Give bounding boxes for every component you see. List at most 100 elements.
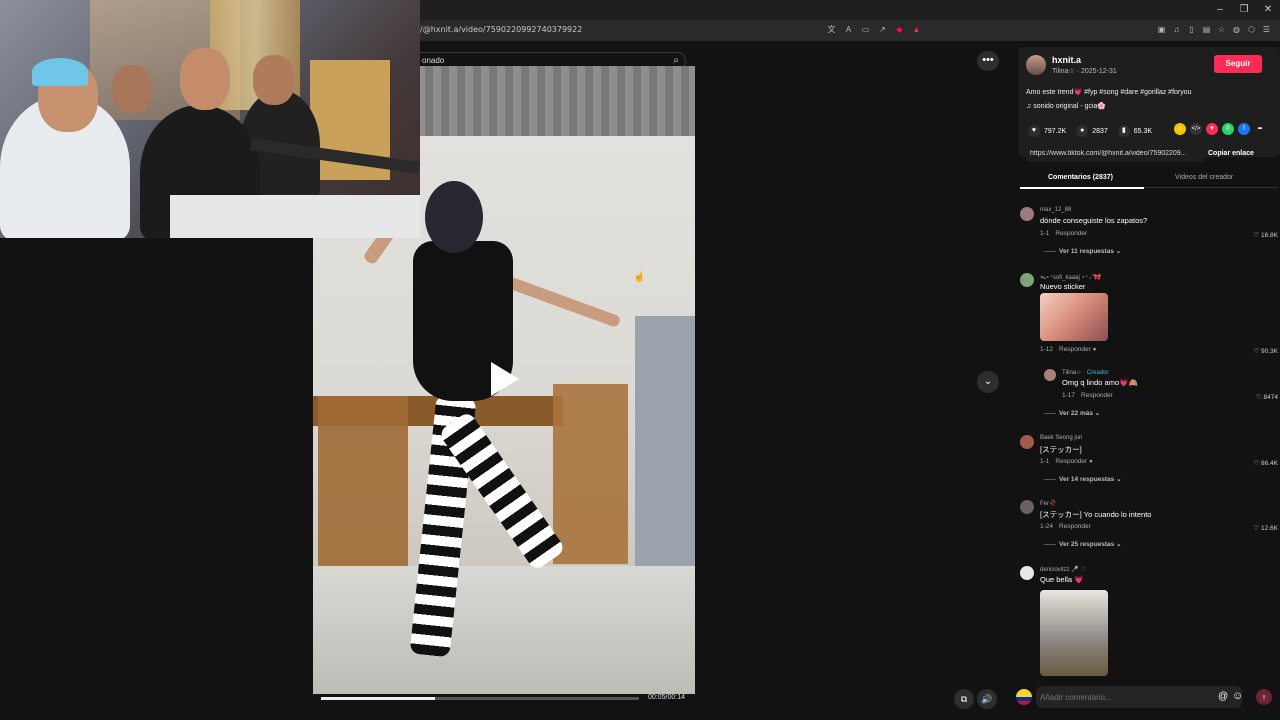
comment-meta: 1-1 Responder ● bbox=[1040, 458, 1093, 465]
like-stat[interactable]: ♥ 797.2K bbox=[1028, 125, 1066, 137]
follow-button[interactable]: Seguir bbox=[1214, 55, 1262, 73]
share-arrow-icon[interactable]: ➦ bbox=[1254, 123, 1266, 135]
comment-date: 1-24 bbox=[1040, 523, 1054, 530]
picture-in-picture-icon[interactable]: ⧉ bbox=[954, 689, 974, 709]
video-link[interactable]: https://www.tiktok.com/@hxnit.a/video/75… bbox=[1030, 150, 1202, 157]
view-more-replies-button[interactable]: Ver 22 más ⌄ bbox=[1044, 409, 1100, 417]
tab-icon[interactable]: ▤ bbox=[1201, 24, 1212, 35]
sticker-image[interactable] bbox=[1040, 293, 1108, 341]
video-progress-bar[interactable] bbox=[321, 697, 639, 700]
share-icons: ☺ </> ▼ ✆ f ➦ bbox=[1174, 123, 1266, 135]
translate-icon[interactable]: 文 bbox=[826, 24, 837, 35]
read-aloud-icon[interactable]: A bbox=[843, 24, 854, 35]
comment-likes[interactable]: ♡ 8474 bbox=[1256, 393, 1278, 401]
author-avatar[interactable] bbox=[1026, 55, 1046, 75]
comment-likes[interactable]: ♡ 16.8K bbox=[1253, 231, 1278, 239]
close-window-button[interactable]: ✕ bbox=[1256, 0, 1280, 20]
comment-avatar[interactable] bbox=[1020, 566, 1034, 580]
tab-comments[interactable]: Comentarios (2837) bbox=[1048, 174, 1113, 181]
comment-likes[interactable]: ♡ 86.4K bbox=[1253, 459, 1278, 467]
comment-like-count: 86.4K bbox=[1261, 460, 1278, 467]
tab-creator-videos[interactable]: Videos del creador bbox=[1175, 174, 1233, 181]
url-text[interactable]: /@hxnit.a/video/7590220992740379922 bbox=[420, 25, 582, 34]
reply-button[interactable]: Responder bbox=[1055, 230, 1087, 237]
music-icon[interactable]: ♫ bbox=[1171, 24, 1182, 35]
sound-link[interactable]: ♫ sonido original - gcia🌸 bbox=[1026, 102, 1106, 110]
video-floor bbox=[313, 566, 695, 694]
reply-button[interactable]: Responder bbox=[1059, 523, 1091, 530]
sticker-image[interactable] bbox=[1040, 590, 1108, 676]
save-stat[interactable]: ▮ 65.3K bbox=[1117, 125, 1152, 137]
comment-text: dónde conseguiste los zapatos? bbox=[1040, 216, 1148, 225]
view-replies-button[interactable]: Ver 14 respuestas ⌄ bbox=[1044, 475, 1122, 483]
reply-button[interactable]: Responder bbox=[1059, 346, 1091, 353]
favorites-icon[interactable]: ☆ bbox=[1216, 24, 1227, 35]
comment-icon[interactable]: ● bbox=[1076, 125, 1089, 137]
chevron-down-icon[interactable]: ⌄ bbox=[977, 371, 999, 393]
comment-stat[interactable]: ● 2837 bbox=[1076, 125, 1108, 137]
comment-avatar[interactable] bbox=[1020, 500, 1034, 514]
comment-likes[interactable]: ♡ 90.3K bbox=[1253, 347, 1278, 355]
comment-user[interactable]: Baek Seong jun bbox=[1040, 435, 1082, 441]
whatsapp-icon[interactable]: ✆ bbox=[1222, 123, 1234, 135]
video-link-box[interactable]: https://www.tiktok.com/@hxnit.a/video/75… bbox=[1026, 147, 1204, 162]
warning-extension-icon[interactable]: ▲ bbox=[911, 24, 922, 35]
comment-user[interactable]: denisovitzz 🎤 ♡ bbox=[1040, 566, 1086, 573]
repost-icon[interactable]: ▼ bbox=[1206, 123, 1218, 135]
comment-avatar[interactable] bbox=[1020, 435, 1034, 449]
details-panel: hxnit.a Tilina☆ · 2025-12-31 Seguir Amo … bbox=[1008, 41, 1280, 720]
sidebar-icon[interactable]: ▯ bbox=[1186, 24, 1197, 35]
video-cabinet bbox=[635, 316, 695, 576]
reply-button[interactable]: Responder bbox=[1055, 458, 1087, 465]
comment-avatar[interactable] bbox=[1020, 273, 1034, 287]
comment-user[interactable]: ᯓ⋆⁺sofi_kaaaj ⋆⁺₊˚🎀 bbox=[1040, 273, 1101, 281]
comment-likes[interactable]: ♡ 12.6K bbox=[1253, 524, 1278, 532]
bookmark-icon[interactable]: ▮ bbox=[1117, 125, 1130, 137]
comment-user[interactable]: Fer🥀 bbox=[1040, 500, 1056, 507]
heart-icon[interactable]: ♥ bbox=[1028, 125, 1040, 137]
comment-meta: 1-1 Responder bbox=[1040, 230, 1087, 237]
search-input[interactable]: onado bbox=[422, 56, 444, 65]
author-subtitle: Tilina☆ · 2025-12-31 bbox=[1052, 68, 1117, 75]
emoji-icon[interactable]: ☺ bbox=[1232, 690, 1243, 702]
embed-icon[interactable]: </> bbox=[1190, 123, 1202, 135]
view-replies-button[interactable]: Ver 25 respuestas ⌄ bbox=[1044, 540, 1122, 548]
comment-user[interactable]: Tilina☆ · Creador bbox=[1062, 369, 1109, 376]
video-chair bbox=[553, 384, 628, 564]
comment-date: 1-1 bbox=[1040, 230, 1050, 237]
menu-icon[interactable]: ☰ bbox=[1261, 24, 1272, 35]
video-progress-fill bbox=[321, 697, 436, 700]
mention-icon[interactable]: @ bbox=[1218, 691, 1228, 702]
vpn-icon[interactable]: ◍ bbox=[1231, 24, 1242, 35]
send-button[interactable]: ↑ bbox=[1256, 689, 1272, 705]
copy-link-button[interactable]: Copiar enlace bbox=[1208, 150, 1254, 157]
comment-avatar[interactable] bbox=[1020, 207, 1034, 221]
share-page-icon[interactable]: ↗ bbox=[877, 24, 888, 35]
maximize-button[interactable]: ❐ bbox=[1232, 0, 1256, 20]
comment-user[interactable]: max_12_88 bbox=[1040, 207, 1071, 213]
minimize-button[interactable]: – bbox=[1208, 0, 1232, 20]
user-avatar[interactable] bbox=[1016, 689, 1032, 705]
search-icon[interactable]: ⌕ bbox=[673, 55, 679, 66]
window-controls: – ❐ ✕ bbox=[1208, 0, 1280, 20]
screencast-icon[interactable]: ▭ bbox=[860, 24, 871, 35]
comment-like-count: 12.6K bbox=[1261, 525, 1278, 532]
more-options-icon[interactable]: ••• bbox=[977, 51, 999, 71]
like-count: 797.2K bbox=[1044, 127, 1067, 135]
facebook-icon[interactable]: f bbox=[1238, 123, 1250, 135]
comment-date: 1-12 bbox=[1040, 346, 1054, 353]
reply-button[interactable]: Responder bbox=[1081, 392, 1113, 399]
author-name[interactable]: hxnit.a bbox=[1052, 55, 1081, 65]
play-icon[interactable] bbox=[491, 362, 519, 396]
shield-extension-icon[interactable]: ◆ bbox=[894, 24, 905, 35]
comment-input[interactable] bbox=[1036, 686, 1242, 708]
volume-icon[interactable]: 🔊 bbox=[977, 689, 997, 709]
comment-avatar[interactable] bbox=[1044, 369, 1056, 381]
video-stats: ♥ 797.2K ● 2837 ▮ 65.3K bbox=[1028, 125, 1152, 137]
extensions-icon[interactable]: ⬡ bbox=[1246, 24, 1257, 35]
active-tab-indicator bbox=[1020, 187, 1144, 189]
person-head bbox=[112, 65, 152, 113]
emoji-share-icon[interactable]: ☺ bbox=[1174, 123, 1186, 135]
cast-icon[interactable]: ▣ bbox=[1156, 24, 1167, 35]
view-replies-button[interactable]: Ver 11 respuestas ⌄ bbox=[1044, 247, 1121, 255]
